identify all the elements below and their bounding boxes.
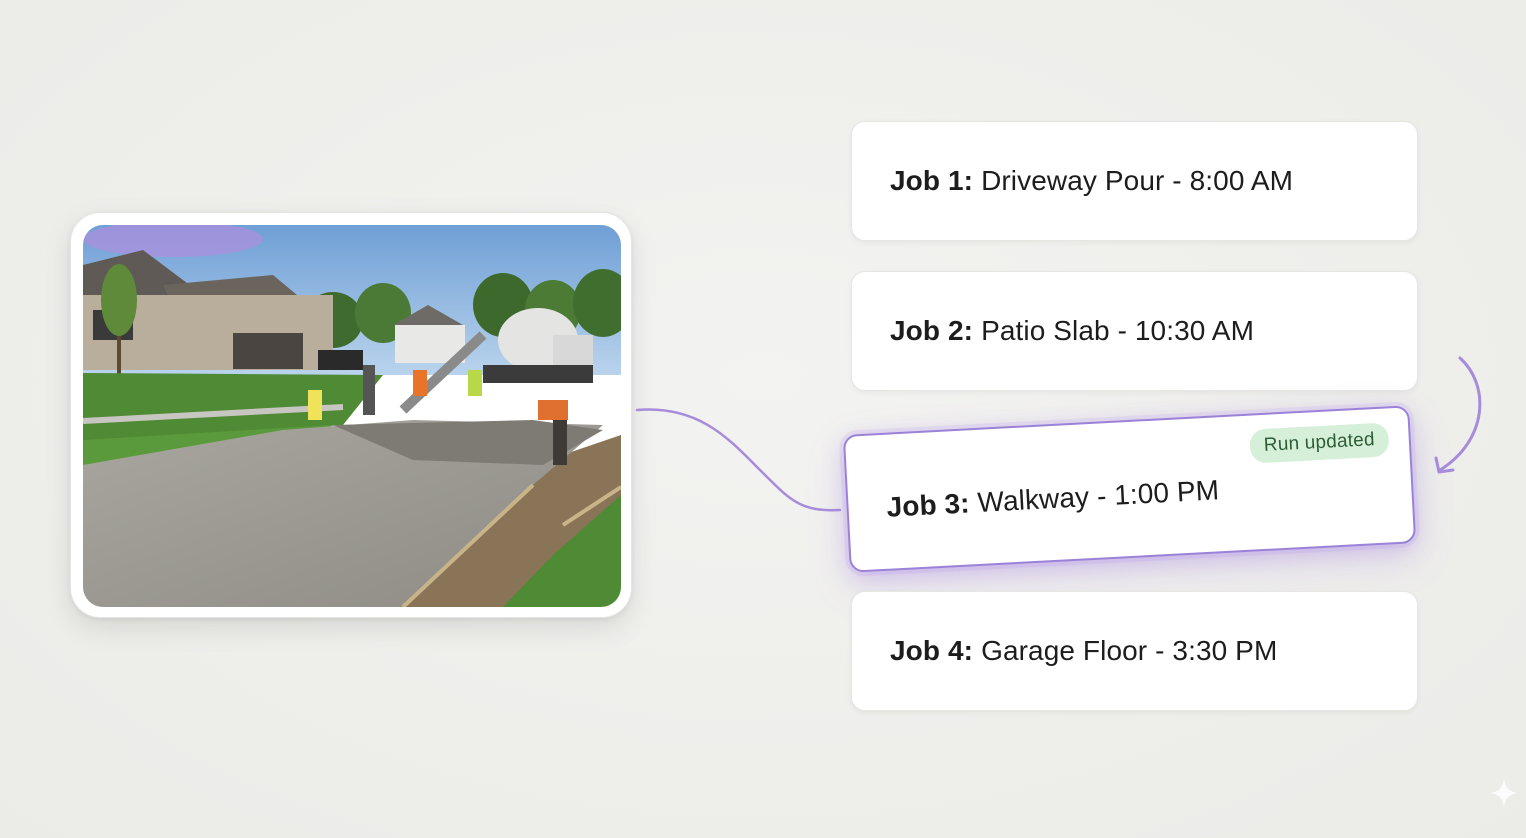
job-card-3-highlighted[interactable]: Job 3: Walkway - 1:00 PM Run updated xyxy=(842,405,1417,573)
job-description: Garage Floor - 3:30 PM xyxy=(981,635,1278,666)
sparkle-icon xyxy=(1489,778,1519,808)
job-card-4[interactable]: Job 4: Garage Floor - 3:30 PM xyxy=(851,591,1418,711)
job-number: Job 3: xyxy=(885,487,971,523)
job-number: Job 1: xyxy=(890,165,974,196)
job-number: Job 2: xyxy=(890,315,974,346)
job-site-photo-card xyxy=(70,212,632,618)
job-number: Job 4: xyxy=(890,635,974,666)
job-description: Walkway - 1:00 PM xyxy=(976,474,1220,518)
job-card-1[interactable]: Job 1: Driveway Pour - 8:00 AM xyxy=(851,121,1418,241)
job-description: Driveway Pour - 8:00 AM xyxy=(981,165,1294,196)
job-site-photo xyxy=(83,225,621,607)
run-updated-badge: Run updated xyxy=(1249,422,1390,464)
job-description: Patio Slab - 10:30 AM xyxy=(981,315,1254,346)
canvas: Job 1: Driveway Pour - 8:00 AM Job 2: Pa… xyxy=(0,0,1526,838)
job-card-2[interactable]: Job 2: Patio Slab - 10:30 AM xyxy=(851,271,1418,391)
curved-arrow-icon xyxy=(1434,356,1482,474)
